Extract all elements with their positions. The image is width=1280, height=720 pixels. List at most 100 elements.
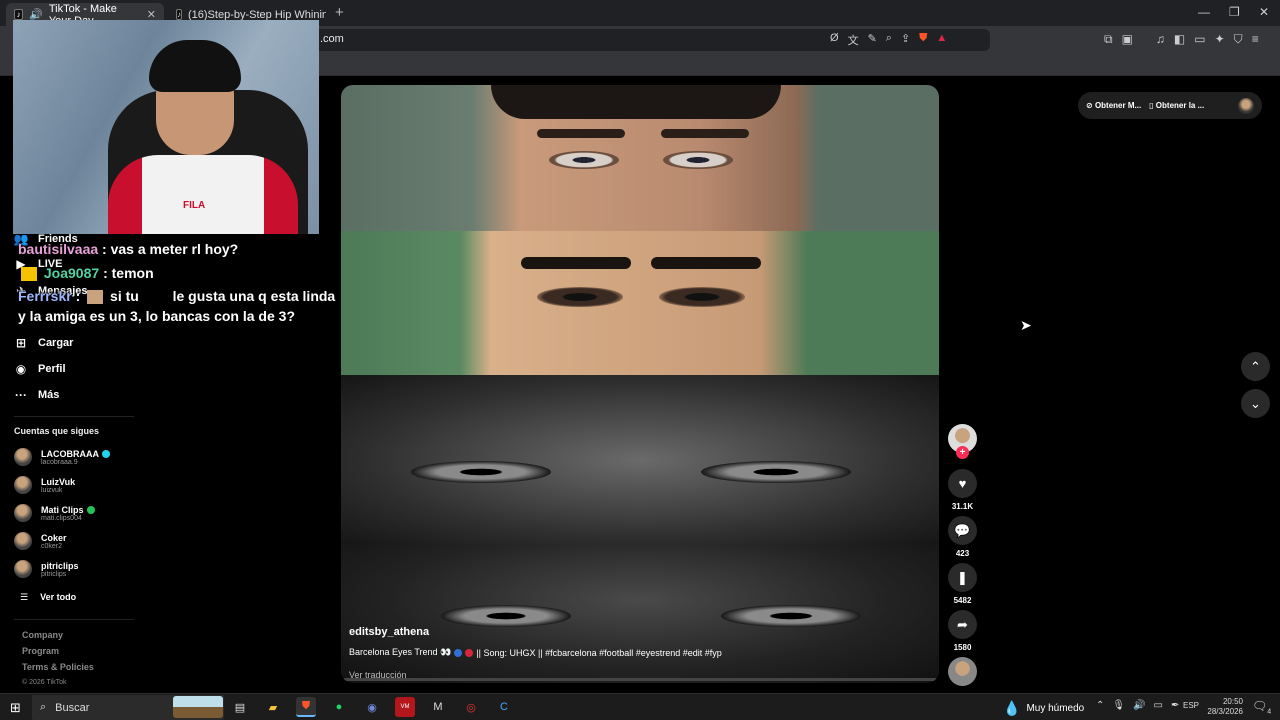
- avatar: [14, 560, 32, 578]
- taskbar-search[interactable]: ⌕ Buscar: [32, 695, 224, 720]
- windows-taskbar: ⊞ ⌕ Buscar ▤ ▰ ⛊ ● ◉ VM M ◎ C 💧 Muy húme…: [0, 693, 1280, 720]
- following-item[interactable]: pitriclips pitriclips: [14, 560, 79, 578]
- video-eye: [663, 151, 733, 169]
- app-m-icon[interactable]: M: [428, 697, 448, 717]
- wallet-icon[interactable]: ▭: [1194, 32, 1205, 47]
- leo-ai-icon[interactable]: ✦: [1215, 32, 1225, 47]
- footer-link-company[interactable]: Company: [22, 630, 63, 640]
- video-panel-3: [341, 375, 939, 545]
- music-disc-icon[interactable]: [948, 657, 977, 686]
- get-app-button[interactable]: ⊘ Obtener M...: [1086, 101, 1141, 110]
- video-eye: [549, 151, 619, 169]
- language-indicator[interactable]: ESP: [1183, 701, 1199, 710]
- nav-label: Cargar: [38, 337, 74, 349]
- chat-text: :: [75, 288, 81, 304]
- like-button[interactable]: ♥: [948, 469, 977, 498]
- discord-icon[interactable]: ◉: [362, 697, 382, 717]
- chat-message: Joa9087 : temon: [18, 265, 154, 282]
- footer-link-program[interactable]: Program: [22, 646, 59, 656]
- get-app-label: Obtener M...: [1094, 101, 1142, 110]
- no-tracking-icon[interactable]: Ø: [830, 32, 839, 48]
- follow-plus-icon[interactable]: +: [956, 446, 969, 459]
- chat-text: y la amiga es un 3, lo bancas con la de …: [18, 308, 295, 324]
- like-count: 31.1K: [951, 502, 974, 511]
- search-highlight-image: [173, 696, 223, 718]
- video-brow: [661, 129, 749, 138]
- share-icon[interactable]: ⇪: [901, 32, 910, 48]
- following-item[interactable]: Mati Clips mati.clips004: [14, 504, 95, 522]
- video-brow: [537, 129, 625, 138]
- sidebar-icon[interactable]: ◧: [1174, 32, 1185, 47]
- comment-button[interactable]: 💬: [948, 516, 977, 545]
- restore-icon[interactable]: ❐: [1229, 5, 1240, 19]
- following-name: LuizVuk: [41, 476, 76, 487]
- translate-icon[interactable]: 文: [848, 32, 859, 48]
- file-explorer-icon[interactable]: ▰: [263, 697, 283, 717]
- app-c-icon[interactable]: C: [494, 697, 514, 717]
- extensions-icon[interactable]: ⧉: [1104, 32, 1113, 47]
- next-video-button[interactable]: ⌄: [1241, 389, 1270, 418]
- edit-icon[interactable]: ✎: [868, 32, 877, 48]
- brave-rewards-icon[interactable]: ▲: [936, 32, 947, 48]
- video-eye: [659, 287, 745, 307]
- menu-icon[interactable]: ≡: [1252, 32, 1259, 47]
- obs-icon[interactable]: ◎: [461, 697, 481, 717]
- previous-video-button[interactable]: ⌃: [1241, 352, 1270, 381]
- video-player[interactable]: editsby_athena Barcelona Eyes Trend 👀 ||…: [341, 85, 939, 683]
- new-tab-button[interactable]: +: [335, 4, 344, 21]
- brave-shields-icon[interactable]: ⛊: [919, 32, 927, 48]
- see-all-label: Ver todo: [40, 592, 77, 602]
- network-icon[interactable]: ▭: [1154, 700, 1163, 711]
- description-text: Barcelona Eyes Trend 👀: [349, 647, 452, 657]
- video-panel-1: [341, 85, 939, 231]
- sidebar-divider: [14, 416, 134, 417]
- comment-icon: 💬: [954, 522, 971, 538]
- task-view-icon[interactable]: ▤: [230, 697, 250, 717]
- verified-badge-icon: [102, 449, 110, 458]
- following-name: Coker: [41, 532, 67, 543]
- following-item[interactable]: LuizVuk luizvuk: [14, 476, 75, 494]
- music-icon[interactable]: ♫: [1156, 32, 1165, 47]
- following-name: LACOBRAAA: [41, 448, 99, 459]
- close-window-icon[interactable]: ✕: [1259, 5, 1269, 19]
- video-eye: [537, 287, 623, 307]
- footer-link-terms[interactable]: Terms & Policies: [22, 662, 94, 672]
- red-circle-icon: [465, 648, 474, 657]
- zoom-icon[interactable]: ⌕: [886, 32, 892, 48]
- system-tray: ⌃ 🎙 🔊 ▭ ✒: [1096, 700, 1179, 711]
- weather-widget[interactable]: 💧 Muy húmedo: [1003, 700, 1084, 717]
- video-username[interactable]: editsby_athena: [349, 626, 429, 638]
- following-item[interactable]: Coker c0ker2: [14, 532, 67, 550]
- video-panel-4: [341, 545, 939, 683]
- url-text: .com: [320, 33, 344, 45]
- following-handle: c0ker2: [41, 542, 63, 550]
- chevron-up-icon[interactable]: ⌃: [1096, 700, 1104, 711]
- save-button[interactable]: ❚: [948, 563, 977, 592]
- get-desktop-button[interactable]: ▯ Obtener la ...: [1149, 101, 1204, 110]
- nav-upload[interactable]: ⊞ Cargar: [14, 336, 74, 350]
- screenshot-icon[interactable]: ▣: [1122, 32, 1133, 47]
- webcam-overlay: FILA: [13, 20, 319, 234]
- nav-more[interactable]: ··· Más: [14, 388, 59, 402]
- microphone-icon[interactable]: 🎙: [1112, 700, 1125, 711]
- video-eye: [411, 461, 551, 483]
- share-button[interactable]: ➦: [948, 610, 977, 639]
- nav-profile[interactable]: ◉ Perfil: [14, 362, 66, 376]
- voicemeeter-icon[interactable]: VM: [395, 697, 415, 717]
- minimize-icon[interactable]: —: [1198, 5, 1210, 19]
- vpn-icon[interactable]: ⛉: [1234, 32, 1243, 47]
- description-hashtags[interactable]: || Song: UHGX || #fcbarcelona #football …: [476, 648, 722, 658]
- notification-icon[interactable]: 🗨4: [1252, 699, 1271, 715]
- user-avatar[interactable]: [1238, 97, 1254, 114]
- pen-icon[interactable]: ✒: [1171, 700, 1179, 711]
- see-all-link[interactable]: ☰ Ver todo: [20, 592, 76, 603]
- volume-icon[interactable]: 🔊: [1133, 700, 1145, 711]
- comment-count: 423: [955, 549, 970, 558]
- spotify-icon[interactable]: ●: [329, 697, 349, 717]
- list-icon: ☰: [20, 592, 29, 602]
- brave-browser-icon[interactable]: ⛊: [296, 697, 316, 717]
- video-progress-bar[interactable]: [341, 678, 939, 681]
- following-item[interactable]: LACOBRAAA lacobraaa.9: [14, 448, 110, 466]
- clock[interactable]: 20:50 28/3/2026: [1203, 697, 1243, 717]
- windows-start-icon[interactable]: ⊞: [10, 700, 21, 716]
